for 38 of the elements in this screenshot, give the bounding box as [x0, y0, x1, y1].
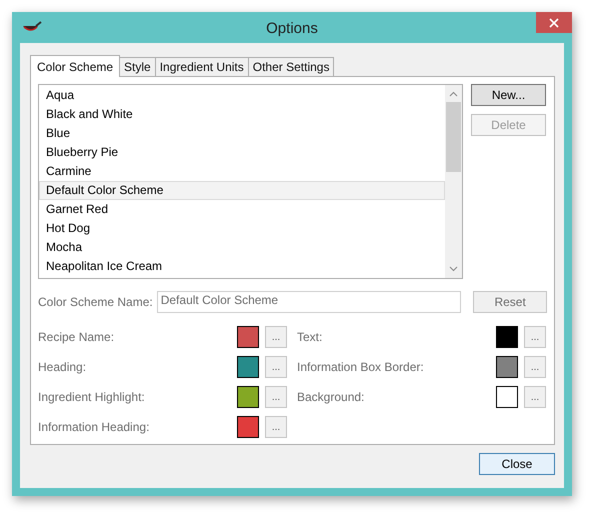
list-item[interactable]: Default Color Scheme [39, 181, 445, 200]
pick-button[interactable]: ... [524, 386, 546, 408]
color-label: Recipe Name: [38, 330, 116, 344]
reset-button[interactable]: Reset [473, 291, 547, 313]
list-item[interactable]: Carmine [39, 162, 445, 181]
close-icon [549, 18, 559, 28]
window-title: Options [266, 20, 318, 37]
color-label: Information Box Border: [297, 360, 425, 374]
pick-button[interactable]: ... [265, 356, 287, 378]
color-label: Background: [297, 390, 366, 404]
pick-button[interactable]: ... [524, 326, 546, 348]
list-item[interactable]: Garnet Red [39, 200, 445, 219]
pick-button[interactable]: ... [524, 356, 546, 378]
close-button[interactable] [536, 12, 572, 33]
color-label: Information Heading: [38, 420, 150, 434]
list-item[interactable]: Blueberry Pie [39, 143, 445, 162]
action-button[interactable]: New... [471, 84, 546, 106]
tab[interactable]: Color Scheme [30, 55, 120, 77]
list-item[interactable]: Black and White [39, 105, 445, 124]
list-item[interactable]: Blue [39, 124, 445, 143]
color-label: Heading: [38, 360, 88, 374]
color-label: Text: [297, 330, 324, 344]
color-label: Ingredient Highlight: [38, 390, 146, 404]
tab[interactable]: Style [119, 57, 156, 76]
list-item[interactable]: Hot Dog [39, 219, 445, 238]
pick-button[interactable]: ... [265, 386, 287, 408]
scroll-thumb[interactable] [446, 102, 461, 172]
field-label: Color Scheme Name: [38, 295, 153, 309]
name-field[interactable]: Default Color Scheme [156, 291, 462, 313]
list-item[interactable]: Mocha [39, 238, 445, 257]
list-item[interactable]: Neapolitan Ice Cream [39, 257, 445, 276]
tab[interactable]: Other Settings [248, 57, 334, 76]
list-item[interactable]: Aqua [39, 86, 445, 105]
close-dialog-button[interactable]: Close [479, 453, 555, 475]
pick-button[interactable]: ... [265, 326, 287, 348]
tab[interactable]: Ingredient Units [154, 57, 249, 76]
scrollbar[interactable] [445, 85, 462, 278]
pick-button[interactable]: ... [265, 416, 287, 438]
